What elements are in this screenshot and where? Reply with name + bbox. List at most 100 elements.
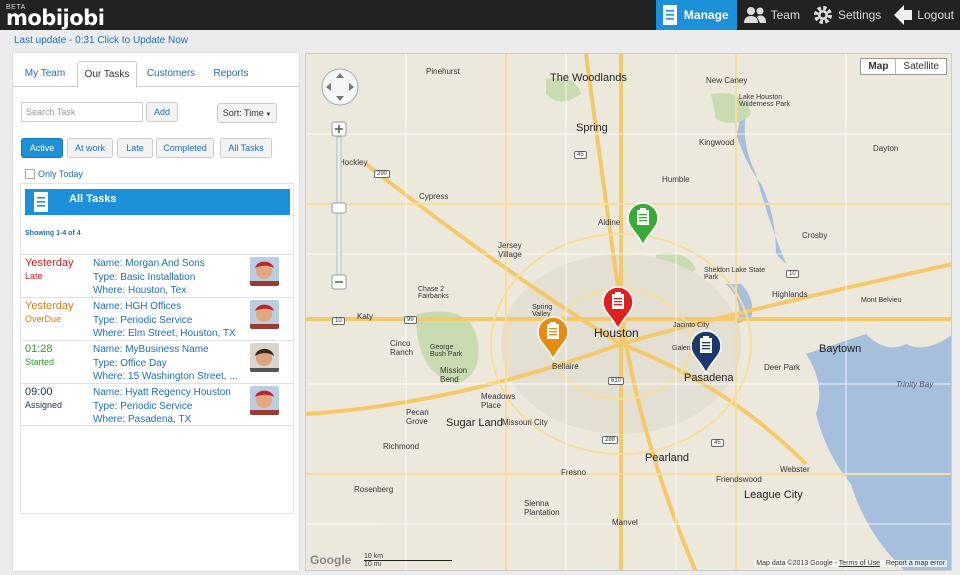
place-label: League City — [744, 489, 803, 501]
task-status: Assigned — [25, 400, 63, 410]
task-type: Type: Periodic Service — [93, 314, 193, 326]
place-label: Dayton — [873, 144, 899, 153]
nav-team[interactable]: Team — [737, 0, 806, 30]
task-where: Where: Elm Street, Houston, TX — [93, 328, 236, 339]
sort-dropdown[interactable]: Sort: Time ▼ — [217, 103, 277, 123]
only-today-checkbox[interactable] — [25, 169, 35, 179]
task-marker-started[interactable] — [627, 202, 659, 249]
highway-shield: 10 — [786, 270, 799, 278]
filter-completed[interactable]: Completed — [156, 138, 214, 158]
filter-late[interactable]: Late — [117, 138, 153, 158]
nav-manage[interactable]: Manage — [655, 0, 737, 30]
place-label: The Woodlands — [550, 72, 627, 84]
gear-icon — [813, 6, 832, 24]
zoom-control[interactable] — [331, 121, 347, 294]
avatar — [250, 300, 279, 329]
place-label: Jacinto City — [673, 322, 710, 329]
search-task-input[interactable] — [21, 102, 143, 122]
tab-our-tasks[interactable]: Our Tasks — [77, 61, 137, 88]
add-button[interactable]: Add — [146, 102, 178, 122]
place-label: Meadows Place — [481, 392, 516, 410]
task-marker-assigned[interactable] — [690, 330, 722, 377]
map-view[interactable]: Pinehurst The Woodlands New Caney Lake H… — [305, 53, 952, 571]
showing-count: Showing 1-4 of 4 — [25, 230, 81, 237]
avatar — [250, 386, 279, 415]
place-label: New Caney — [706, 76, 748, 85]
nav-settings[interactable]: Settings — [806, 0, 887, 30]
task-status: Started — [25, 357, 55, 367]
avatar — [250, 343, 279, 372]
filter-all-tasks[interactable]: All Tasks — [220, 138, 272, 158]
task-list-title: All Tasks — [69, 193, 117, 205]
map-type-satellite-button[interactable]: Satellite — [896, 59, 946, 74]
task-marker-late[interactable] — [602, 286, 634, 333]
highway-shield: 290 — [374, 170, 391, 178]
tab-my-team[interactable]: My Team — [21, 61, 69, 87]
task-row[interactable]: 01:28 Started Name: MyBusiness Name Type… — [21, 340, 293, 383]
task-when: Yesterday — [25, 257, 74, 269]
scale-km: 10 km — [364, 553, 452, 561]
place-label: Sienna Plantation — [524, 499, 560, 517]
only-today-label: Only Today — [38, 169, 83, 179]
pan-arrows-icon — [321, 68, 359, 106]
place-label: Sugar Land — [446, 417, 503, 429]
tasks-panel: My Team Our Tasks Customers Reports Add … — [12, 52, 300, 572]
avatar — [250, 257, 279, 286]
task-row[interactable]: Yesterday OverDue Name: HGH Offices Type… — [21, 297, 293, 340]
filter-active[interactable]: Active — [21, 138, 63, 158]
logout-arrow-icon — [894, 5, 913, 25]
task-name: Name: HGH Offices — [93, 301, 182, 312]
last-update-link[interactable]: Last update - 0:31 Click to Update Now — [14, 35, 188, 46]
task-type: Type: Periodic Service — [93, 400, 193, 412]
place-label: Manvel — [612, 518, 638, 527]
task-where: Where: Houston, Tex — [93, 285, 187, 296]
place-label: Webster — [780, 465, 810, 474]
report-map-error-link[interactable]: Report a map error — [886, 560, 945, 567]
task-when: 01:28 — [25, 343, 53, 355]
clipboard-marker-icon — [602, 286, 634, 331]
place-label: Crosby — [802, 231, 828, 240]
zoom-slider-icon — [331, 121, 347, 290]
place-label: Pinehurst — [426, 67, 460, 76]
place-label: Cypress — [419, 192, 449, 201]
tab-customers[interactable]: Customers — [143, 61, 199, 87]
task-row[interactable]: Yesterday Late Name: Morgan And Sons Typ… — [21, 254, 293, 297]
place-label: Chase 2 Fairbanks — [418, 286, 449, 300]
task-info: Name: Morgan And Sons Type: Basic Instal… — [93, 257, 205, 298]
place-label: Lake Houston Wilderness Park — [739, 94, 790, 108]
task-row[interactable]: 09:00 Assigned Name: Hyatt Regency Houst… — [21, 383, 293, 426]
task-where: Where: 15 Washington Street, ... — [93, 371, 238, 382]
highway-shield: 10 — [332, 317, 345, 325]
task-name: Name: Morgan And Sons — [93, 258, 205, 269]
task-name: Name: MyBusiness Name — [93, 344, 209, 355]
place-label: Deer Park — [764, 363, 801, 372]
map-type-toggle: Map Satellite — [860, 58, 947, 75]
pan-control[interactable] — [320, 67, 360, 110]
scale-mi: 10 mi — [364, 561, 382, 568]
filter-at-work[interactable]: At work — [67, 138, 113, 158]
panel-tabs: My Team Our Tasks Customers Reports — [13, 61, 299, 88]
highway-shield: 288 — [602, 436, 619, 444]
place-label: Pearland — [645, 452, 690, 464]
place-label: Pecan Grove — [406, 408, 429, 426]
task-info: Name: Hyatt Regency Houston Type: Period… — [93, 386, 231, 427]
task-list: All Tasks Showing 1-4 of 4 Yesterday Lat… — [20, 183, 294, 514]
place-label: Fresno — [561, 468, 586, 477]
chevron-down-icon: ▼ — [263, 112, 272, 118]
only-today-toggle[interactable]: Only Today — [25, 169, 83, 179]
map-type-map-button[interactable]: Map — [861, 59, 897, 74]
clipboard-marker-icon — [627, 202, 659, 247]
task-marker-overdue[interactable] — [537, 316, 569, 363]
terms-of-use-link[interactable]: Terms of Use — [839, 560, 880, 567]
nav-logout[interactable]: Logout — [887, 0, 960, 30]
tab-reports[interactable]: Reports — [209, 61, 253, 87]
place-label: Baytown — [819, 343, 862, 355]
nav-logout-label: Logout — [917, 8, 954, 22]
task-name: Name: Hyatt Regency Houston — [93, 387, 231, 398]
top-navbar: BETA mobijobi Manage Team Settings Logou… — [0, 0, 960, 30]
place-label: Aldine — [598, 218, 621, 227]
task-when: 09:00 — [25, 386, 53, 398]
place-label: Katy — [357, 312, 374, 321]
place-label: Kingwood — [699, 138, 735, 147]
place-label: Rosenberg — [354, 485, 394, 494]
